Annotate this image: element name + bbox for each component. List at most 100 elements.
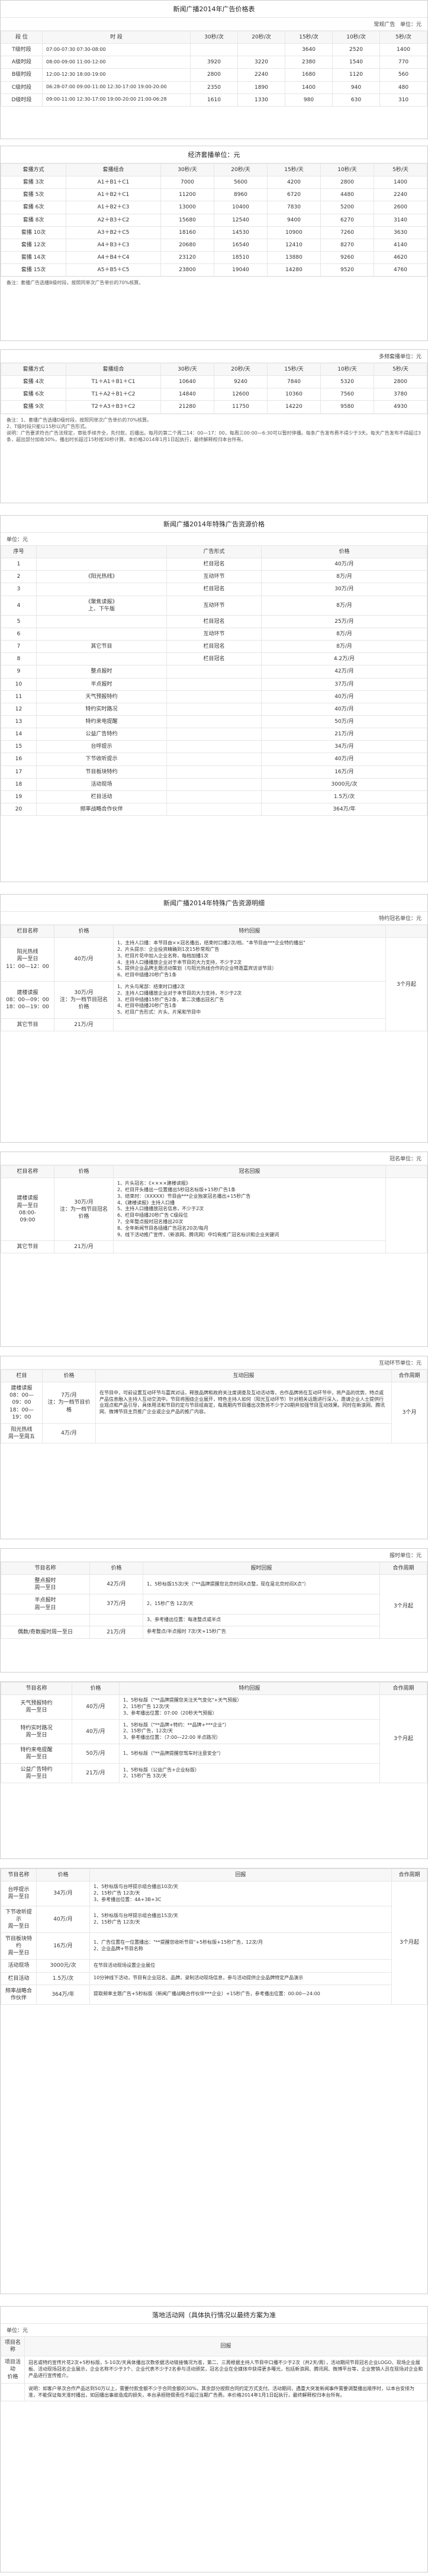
ad-form (166, 777, 262, 791)
table-cell: 5600 (214, 176, 268, 189)
resource-name (36, 652, 167, 666)
segment-cell: C级时段 (1, 81, 43, 94)
ad-form (166, 665, 262, 678)
col-header (36, 545, 167, 559)
cycle-cell: 3个月起 (385, 937, 427, 1032)
plan-cell: 套播 15次 (1, 263, 66, 277)
event-table: 项目名称 回报 项目活动 价格 冠名或特约宣传片花2次+5秒标版，5-10次/天具… (1, 2336, 427, 2402)
combo-cell: A1＋B1＋C1 (66, 176, 161, 189)
ad-form (166, 677, 262, 691)
resource-name: 台呼提示 (36, 740, 167, 754)
table-cell: 7260 (320, 226, 374, 239)
rights-cell: 1、5秒标版与台呼提示组合播出10次/天 2、15秒广告 12次/天 3、参考播… (89, 1881, 392, 1906)
col-header: 30秒/次 (190, 30, 238, 44)
row-number: 14 (1, 728, 37, 741)
price-cell: 40万/月 (72, 1719, 120, 1744)
price-cell: 40万/月 (36, 1905, 90, 1933)
time-cell: 12:00-12:30 18:00-19:00 (42, 68, 191, 82)
naming-table: 栏目名称 价格 冠名回报 建楼读报 周一至日 08:00- 09:00 30万/月… (1, 1165, 427, 1254)
ad-form (166, 740, 262, 754)
rights-cell: 提取频率主题广告+5秒标版（新闻广播战略合作伙伴***企业）+15秒广告，参考播… (89, 1984, 392, 2005)
cycle-cell: 3个月起 (379, 1694, 427, 1784)
table-cell: 10360 (267, 388, 321, 401)
resource-name: 《聚焦读报》 上、下午版 (36, 595, 167, 616)
table-cell: 3140 (374, 213, 427, 227)
rights-cell: 1、5秒标版（公益广告+企业标版） 2、15秒广告 3次/天 (119, 1763, 380, 1784)
program-cell: 建楼读报 08：00—09：00 18：00—19：00 (1, 980, 54, 1019)
price-cell: 25万/月 (261, 615, 427, 628)
col-header: 价格 (36, 1869, 90, 1882)
row-number: 19 (1, 790, 37, 803)
col-header: 15秒/天 (267, 163, 321, 177)
col-header: 栏目名称 (1, 924, 54, 938)
table-cell: 1540 (332, 56, 380, 69)
cycle-cell: 3个月 (391, 1382, 427, 1444)
col-header: 套播方式 (1, 362, 66, 377)
col-header: 节目名称 (1, 1869, 37, 1882)
combo-cell: A2＋B3＋C2 (66, 213, 161, 227)
resource-name: 下节收听提示 (36, 752, 167, 766)
plan-cell: 套播 6次 (1, 201, 66, 214)
table-row: 1 栏目冠名 40万/月 (1, 558, 427, 571)
price-cell: 8万/月 (261, 640, 427, 654)
combo-cell: A5＋B5＋C5 (66, 263, 161, 277)
price-cell: 21万/月 (54, 1018, 114, 1032)
plan-cell: 套播 4次 (1, 375, 66, 389)
combo-cell: A4＋B4＋C4 (66, 250, 161, 265)
interactive-table: 栏目 价格 互动回报 合作周期 建楼读报 08：00— 09：00 18：00—… (1, 1369, 427, 1444)
plan-cell: 套播 9次 (1, 400, 66, 414)
ad-form: 互动环节 (166, 595, 262, 616)
col-header (385, 924, 427, 938)
table-cell: 8960 (214, 188, 268, 202)
col-header: 10秒/次 (332, 30, 380, 44)
row-number: 3 (1, 583, 37, 596)
table-cell: 9400 (267, 213, 321, 227)
col-header: 15秒/天 (267, 362, 321, 377)
table-row: 栏目活动 1.5万/次 10分钟线下活动，节目有企业冠名、品牌，录制活动现场信息，参… (1, 1972, 427, 1985)
table-row: 套播 4次 T1＋A1＋B1＋C1 10640 9240 7840 5320 2800 (1, 375, 427, 389)
table-cell: 4930 (374, 400, 427, 414)
table-row: 套播 10次 A3＋B2＋C5 18160 14530 10900 7260 3630 (1, 226, 427, 239)
table-cell: 7830 (267, 201, 321, 214)
rights-cell: 1、5秒标版（"**品牌提醒您驾车时注意安全"） (119, 1743, 380, 1764)
resource-name (36, 558, 167, 571)
price-cell: 30万/月 注：为一档节目冠名价格 (54, 980, 114, 1019)
price-cell: 30万/月 注：为一档节目冠名价格 (54, 1178, 114, 1242)
table-cell: 5320 (320, 375, 374, 389)
plan-cell: 套播 8次 (1, 213, 66, 227)
unit-label: 单位：元 (7, 537, 28, 543)
col-header: 段 位 (1, 30, 43, 44)
col-header: 时 段 (42, 30, 191, 44)
price-cell: 21万/月 (54, 1240, 114, 1254)
multi-package-section: 多频套播单位：元 套播方式 套播组合 30秒/天 20秒/天 15秒/天 10秒… (0, 349, 428, 503)
table-row: 10 半点报时 37万/月 (1, 677, 427, 691)
table-cell: 1400 (379, 43, 427, 57)
segment-cell: B级时段 (1, 68, 43, 82)
table-row: 阳光热线 周一至周五 4万/月 (1, 1423, 427, 1444)
resource-name: 《阳光热线》 (36, 570, 167, 584)
col-header: 栏目 (1, 1369, 43, 1383)
table-row: B级时段 12:00-12:30 18:00-19:00 2800 2240 1680 1… (1, 68, 427, 82)
event-section: 落地活动网（具体执行情况以最终方案为准 单位：元 项目名称 回报 项目活动 价格… (0, 2306, 428, 2572)
table-cell: 14220 (267, 400, 321, 414)
program-cell: 整点报时 周一至日 (1, 1574, 90, 1595)
ad-form: 栏目冠名 (166, 558, 262, 571)
table-cell: 1400 (285, 81, 333, 94)
price-cell: 8万/月 (261, 570, 427, 584)
rights-cell: 1、广告位置在一位置播出："**提醒您收听节目"+5秒标版+15秒广告，12次/… (89, 1932, 392, 1960)
col-header: 5秒/次 (379, 30, 427, 44)
plan-cell: 套播 3次 (1, 176, 66, 189)
table-cell: 2520 (332, 43, 380, 57)
combo-cell: A1＋B2＋C1 (66, 188, 161, 202)
row-number: 2 (1, 570, 37, 584)
col-header: 序号 (1, 545, 37, 559)
table-cell: 2240 (374, 188, 427, 202)
price-cell: 30万/月 (261, 583, 427, 596)
table-row: 17 节目板块特约 16万/月 (1, 765, 427, 779)
table-cell (190, 43, 238, 57)
resource-name (36, 583, 167, 596)
segment-cell: T级时段 (1, 43, 43, 57)
time-cell: 06:28-07:00 09:00-11:00 12:30-17:00 19:0… (42, 81, 191, 94)
resource-name: 特约来电提醒 (36, 715, 167, 729)
plan-cell: 套播 6次 (1, 388, 66, 401)
